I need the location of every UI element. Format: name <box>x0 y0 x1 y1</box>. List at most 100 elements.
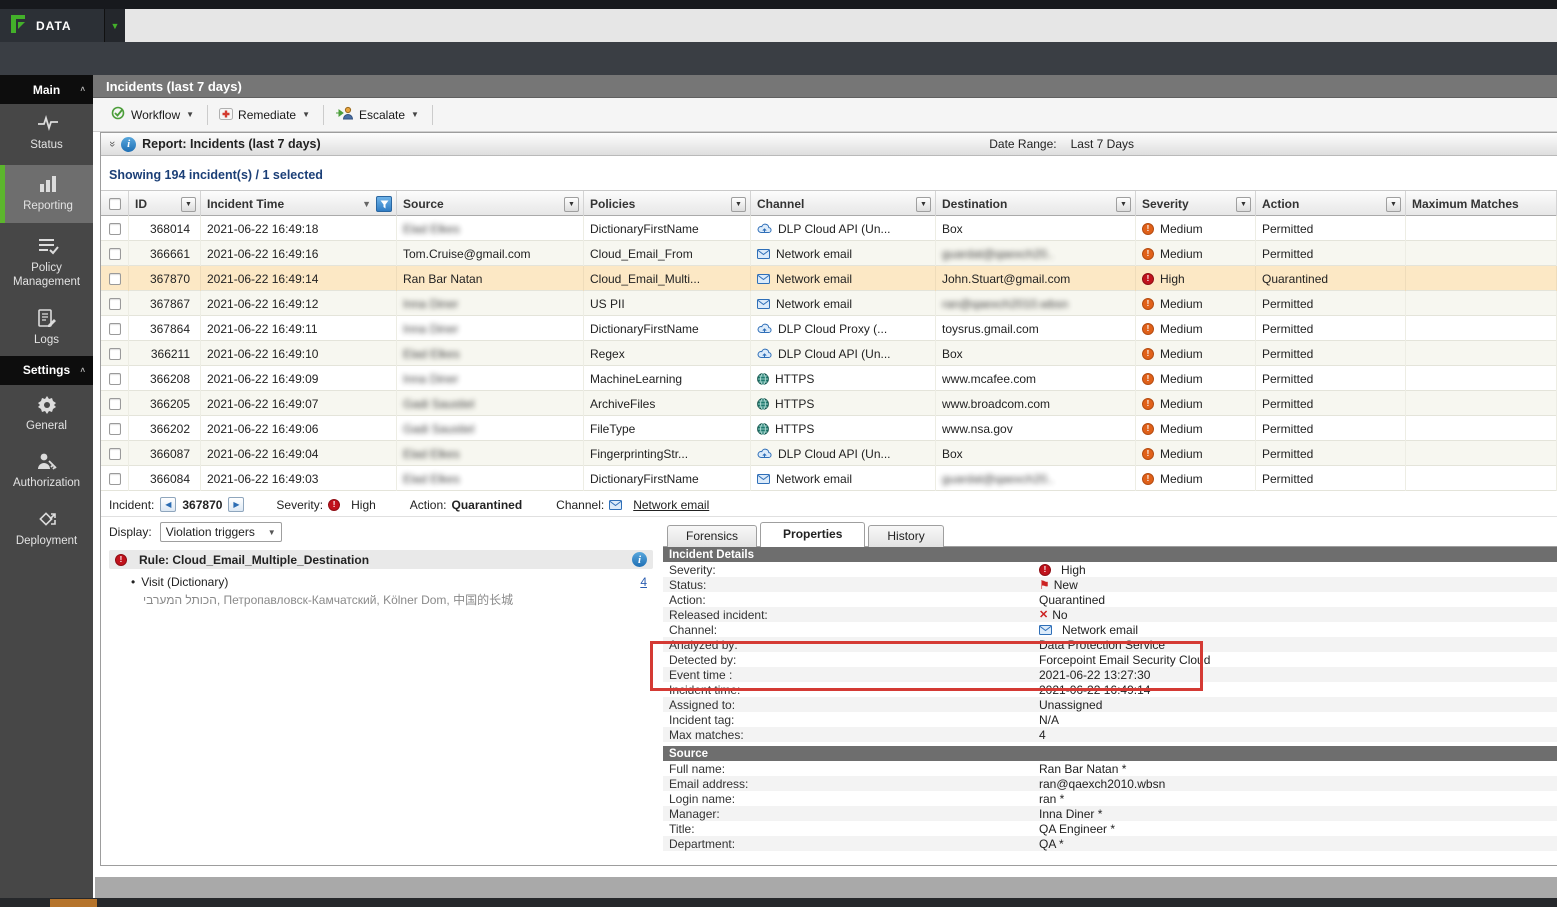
row-checkbox[interactable] <box>109 448 121 460</box>
sidebar-section-main[interactable]: Main˄ <box>0 75 93 104</box>
row-checkbox[interactable] <box>109 348 121 360</box>
row-checkbox[interactable] <box>109 298 121 310</box>
incident-row[interactable]: 3678702021-06-22 16:49:14Ran Bar NatanCl… <box>101 266 1557 291</box>
toolbar-button-label: Workflow <box>131 108 180 122</box>
channel-text: Network email <box>776 472 852 486</box>
cell-severity: !High <box>1136 266 1256 291</box>
column-header-channel[interactable]: Channel▼ <box>751 191 936 217</box>
date-range[interactable]: Date Range: Last 7 Days <box>989 137 1134 151</box>
severity-medium-icon: ! <box>1142 448 1154 460</box>
incident-row[interactable]: 3660842021-06-22 16:49:03Elad ElkesDicti… <box>101 466 1557 491</box>
workflow-button[interactable]: Workflow▼ <box>103 102 204 127</box>
column-header-maximum-matches[interactable]: Maximum Matches <box>1406 191 1557 217</box>
column-filter-dropdown[interactable]: ▼ <box>1116 197 1131 212</box>
cloud-icon <box>757 448 772 459</box>
severity-medium-icon: ! <box>1142 323 1154 335</box>
row-checkbox[interactable] <box>109 373 121 385</box>
trigger-count-link[interactable]: 4 <box>640 575 649 589</box>
column-header-policies[interactable]: Policies▼ <box>584 191 751 217</box>
incident-row[interactable]: 3662022021-06-22 16:49:06Gadi SaustielFi… <box>101 416 1557 441</box>
property-value: 4 <box>1039 728 1046 742</box>
tab-history[interactable]: History <box>868 525 943 547</box>
cell-incident-time: 2021-06-22 16:49:09 <box>201 366 397 391</box>
property-value: 2021-06-22 16:49:14 <box>1039 683 1150 697</box>
date-range-label: Date Range: <box>989 137 1056 151</box>
tab-properties[interactable]: Properties <box>760 522 865 547</box>
previous-incident-button[interactable]: ◀ <box>160 497 176 512</box>
cell-action: Permitted <box>1256 441 1406 466</box>
cell-destination: ran@qaexch2010.wbsn <box>936 291 1136 316</box>
property-row: Channel:Network email <box>663 622 1557 637</box>
taskbar-item[interactable] <box>50 899 97 907</box>
incident-row[interactable]: 3662082021-06-22 16:49:09Inna DinerMachi… <box>101 366 1557 391</box>
cell-id: 367864 <box>129 316 201 341</box>
severity-medium-icon: ! <box>1142 223 1154 235</box>
column-header-id[interactable]: ID▼ <box>129 191 201 217</box>
row-checkbox-cell <box>101 466 129 491</box>
sidebar-item-reporting[interactable]: Reporting <box>0 165 93 222</box>
collapse-report-icon[interactable]: » <box>106 141 118 147</box>
row-checkbox[interactable] <box>109 398 121 410</box>
product-switcher-button[interactable]: ▼ <box>104 9 125 42</box>
incident-row[interactable]: 3678642021-06-22 16:49:11Inna DinerDicti… <box>101 316 1557 341</box>
row-checkbox[interactable] <box>109 273 121 285</box>
column-header-severity[interactable]: Severity▼ <box>1136 191 1256 217</box>
row-checkbox[interactable] <box>109 223 121 235</box>
row-checkbox[interactable] <box>109 248 121 260</box>
cell-channel: Network email <box>751 266 936 291</box>
sidebar-item-policy-management[interactable]: Policy Management <box>0 227 93 299</box>
flag-icon: ⚑ <box>1039 578 1050 592</box>
cell-id: 366084 <box>129 466 201 491</box>
info-icon[interactable]: i <box>632 552 647 567</box>
property-value-text: Unassigned <box>1039 698 1102 712</box>
cell-source: Ran Bar Natan <box>397 266 584 291</box>
column-filter-dropdown[interactable]: ▼ <box>731 197 746 212</box>
tab-forensics[interactable]: Forensics <box>667 525 757 547</box>
incident-row[interactable]: 3660872021-06-22 16:49:04Elad ElkesFinge… <box>101 441 1557 466</box>
column-filter-dropdown[interactable]: ▼ <box>181 197 196 212</box>
property-row: Assigned to:Unassigned <box>663 697 1557 712</box>
sidebar-item-logs[interactable]: Logs <box>0 299 93 356</box>
row-checkbox[interactable] <box>109 323 121 335</box>
column-filter-dropdown[interactable]: ▼ <box>1386 197 1401 212</box>
row-checkbox[interactable] <box>109 473 121 485</box>
filter-icon[interactable] <box>376 196 392 212</box>
globe-icon <box>757 373 769 385</box>
column-header-incident-time[interactable]: Incident Time▼ <box>201 191 397 217</box>
sidebar-item-status[interactable]: Status <box>0 104 93 161</box>
column-filter-dropdown[interactable]: ▼ <box>564 197 579 212</box>
incident-row[interactable]: 3666612021-06-22 16:49:16Tom.Cruise@gmai… <box>101 241 1557 266</box>
remediate-button[interactable]: Remediate▼ <box>211 103 320 127</box>
channel-value-link[interactable]: Network email <box>633 498 709 512</box>
column-filter-dropdown[interactable]: ▼ <box>916 197 931 212</box>
display-select[interactable]: Violation triggers ▼ <box>160 522 282 542</box>
info-icon[interactable]: i <box>121 137 136 152</box>
column-header-action[interactable]: Action▼ <box>1256 191 1406 217</box>
column-header-destination[interactable]: Destination▼ <box>936 191 1136 217</box>
incident-row[interactable]: 3662052021-06-22 16:49:07Gadi SaustielAr… <box>101 391 1557 416</box>
incident-row[interactable]: 3662112021-06-22 16:49:10Elad ElkesRegex… <box>101 341 1557 366</box>
escalate-button[interactable]: Escalate▼ <box>327 102 429 127</box>
toolbar-divider <box>207 105 208 125</box>
cell-severity: !Medium <box>1136 316 1256 341</box>
sidebar-item-authorization[interactable]: Authorization <box>0 442 93 499</box>
property-row: Action:Quarantined <box>663 592 1557 607</box>
select-all-checkbox[interactable] <box>109 198 121 210</box>
cell-action: Quarantined <box>1256 266 1406 291</box>
column-filter-dropdown[interactable]: ▼ <box>1236 197 1251 212</box>
sidebar-section-settings[interactable]: Settings˄ <box>0 356 93 385</box>
incident-row[interactable]: 3678672021-06-22 16:49:12Inna DinerUS PI… <box>101 291 1557 316</box>
column-header-source[interactable]: Source▼ <box>397 191 584 217</box>
report-title: Report: Incidents (last 7 days) <box>142 137 321 151</box>
cell-id: 366205 <box>129 391 201 416</box>
incident-row[interactable]: 3680142021-06-22 16:49:18Elad ElkesDicti… <box>101 216 1557 241</box>
sidebar-item-deployment[interactable]: Deployment <box>0 500 93 557</box>
cell-incident-time: 2021-06-22 16:49:11 <box>201 316 397 341</box>
sidebar-item-label: Reporting <box>23 200 73 212</box>
severity-text: High <box>1160 272 1185 286</box>
forcepoint-logo-tile[interactable]: DATA <box>0 9 104 42</box>
next-incident-button[interactable]: ▶ <box>228 497 244 512</box>
destination-text: John.Stuart@gmail.com <box>942 272 1070 286</box>
row-checkbox[interactable] <box>109 423 121 435</box>
sidebar-item-general[interactable]: General <box>0 385 93 442</box>
